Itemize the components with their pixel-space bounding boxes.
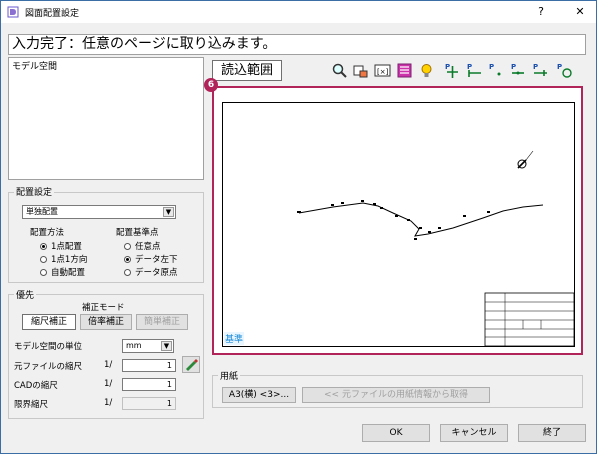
placement-mode-select[interactable]: 単独配置 ▼ — [22, 205, 176, 219]
callout-badge: 6 — [204, 78, 218, 92]
help-button[interactable]: ? — [526, 3, 556, 21]
limit-scale-prefix: 1/ — [104, 398, 113, 408]
radio-label: 1点1方向 — [51, 255, 88, 265]
method-radio-1[interactable]: 1点配置 — [40, 240, 82, 252]
cancel-button[interactable]: キャンセル — [440, 424, 508, 442]
drawing-preview — [297, 150, 575, 347]
priority-group-title: 優先 — [14, 288, 37, 301]
svg-text:P: P — [489, 63, 494, 71]
paper-group-title: 用紙 — [218, 369, 241, 382]
point-bottom-icon[interactable]: P — [488, 62, 505, 79]
limit-scale-label: 限界縮尺 — [14, 400, 49, 410]
svg-text:P: P — [511, 63, 516, 71]
edit-scale-button[interactable] — [182, 356, 200, 373]
ok-button[interactable]: OK — [362, 424, 430, 442]
svg-text:P: P — [467, 63, 472, 71]
cad-scale-input[interactable]: 1 — [122, 378, 176, 391]
radio-indicator — [124, 268, 131, 276]
base-point-title: 配置基準点 — [116, 228, 159, 238]
fetch-paper-info-button[interactable]: << 元ファイルの用紙情報から取得 — [302, 387, 490, 403]
close-button[interactable]: ✕ — [565, 3, 595, 21]
source-scale-prefix: 1/ — [104, 360, 113, 370]
app-icon — [7, 6, 19, 18]
base-radio-2[interactable]: データ左下 — [124, 253, 178, 265]
window-title: 図面配置設定 — [25, 9, 80, 19]
point-center-icon[interactable]: P — [444, 62, 461, 79]
model-unit-value: mm — [126, 341, 142, 350]
space-list[interactable]: モデル空間 — [8, 57, 204, 180]
model-unit-label: モデル空間の単位 — [14, 342, 83, 352]
cad-scale-prefix: 1/ — [104, 379, 113, 389]
pencil-icon — [186, 359, 198, 371]
fit-icon[interactable] — [352, 62, 369, 79]
placement-group-title: 配置設定 — [14, 185, 55, 198]
method-radio-2[interactable]: 1点1方向 — [40, 253, 87, 265]
ratio-correction-button[interactable]: 倍率補正 — [80, 314, 132, 330]
scale-correction-button[interactable]: 縮尺補正 — [22, 314, 76, 330]
svg-text:P: P — [533, 63, 538, 71]
point-origin-icon[interactable]: P — [556, 62, 573, 79]
zoom-icon[interactable] — [331, 62, 348, 79]
source-scale-input[interactable]: 1 — [122, 359, 176, 372]
point-left-icon[interactable]: P — [466, 62, 483, 79]
svg-text:[×]: [×] — [377, 68, 389, 76]
base-radio-3[interactable]: データ原点 — [124, 266, 178, 278]
status-message: 入力完了：任意のページに取り込みます。 — [8, 34, 586, 55]
paper-sheet — [222, 102, 575, 347]
point-right-icon[interactable]: P — [510, 62, 527, 79]
zoom-window-icon[interactable]: [×] — [374, 62, 391, 79]
radio-label: データ左下 — [135, 255, 178, 265]
layer-icon[interactable] — [396, 62, 413, 79]
svg-text:P: P — [557, 63, 562, 71]
radio-indicator — [124, 255, 131, 263]
radio-indicator — [40, 242, 47, 250]
bulb-icon[interactable] — [418, 62, 435, 79]
point-top-icon[interactable]: P — [532, 62, 549, 79]
placement-mode-value: 単独配置 — [26, 207, 58, 216]
radio-indicator — [40, 268, 47, 276]
list-item[interactable]: モデル空間 — [12, 59, 200, 72]
finish-button[interactable]: 終了 — [518, 424, 586, 442]
source-scale-label: 元ファイルの縮尺 — [14, 362, 83, 372]
paper-size-button[interactable]: A3(横) <3>... — [222, 387, 296, 403]
base-radio-1[interactable]: 任意点 — [124, 240, 161, 252]
chevron-down-icon: ▼ — [161, 341, 172, 351]
read-range-button[interactable]: 読込範囲 — [212, 60, 282, 81]
radio-label: 自動配置 — [51, 268, 86, 278]
simple-correction-button[interactable]: 簡単補正 — [136, 314, 188, 330]
chevron-down-icon: ▼ — [163, 207, 174, 217]
radio-label: 1点配置 — [51, 242, 82, 252]
radio-label: データ原点 — [135, 268, 178, 278]
method-radio-3[interactable]: 自動配置 — [40, 266, 85, 278]
title-bar: 図面配置設定 ? ✕ — [1, 1, 596, 23]
radio-indicator — [124, 242, 131, 250]
method-title: 配置方法 — [30, 228, 65, 238]
radio-indicator — [40, 255, 47, 263]
limit-scale-input[interactable]: 1 — [122, 397, 176, 410]
cad-scale-label: CADの縮尺 — [14, 381, 58, 391]
model-unit-select[interactable]: mm ▼ — [122, 339, 174, 353]
radio-label: 任意点 — [135, 242, 161, 252]
correction-mode-title: 補正モード — [82, 303, 125, 313]
base-label: 基準 — [224, 332, 245, 345]
svg-text:P: P — [445, 63, 450, 71]
